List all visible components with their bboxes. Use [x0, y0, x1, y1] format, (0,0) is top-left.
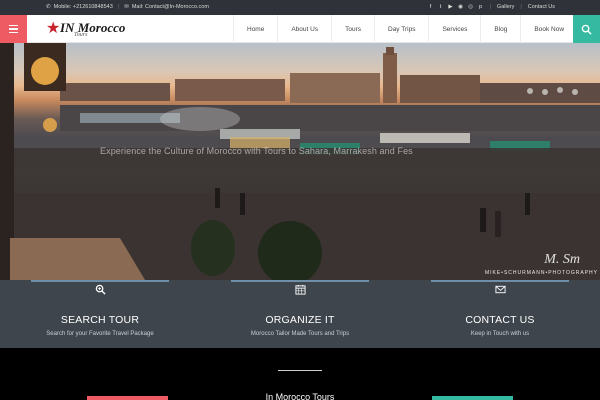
bottom-left-button[interactable] [87, 396, 168, 400]
search-button[interactable] [573, 15, 600, 43]
separator: | [520, 4, 522, 10]
divider-line [278, 370, 322, 371]
bottom-section: In Morocco Tours [0, 348, 600, 400]
feature-desc: Search for your Favorite Travel Package [46, 331, 154, 337]
mobile-text: Mobile: +212610848543 [53, 4, 113, 10]
hamburger-line [9, 24, 18, 27]
nav-blog[interactable]: Blog [480, 15, 520, 43]
envelope-icon [494, 285, 506, 294]
tripadvisor-icon[interactable]: ◎ [467, 4, 473, 10]
feature-search-tour[interactable]: SEARCH TOUR Search for your Favorite Tra… [0, 280, 200, 348]
photo-credit: MIKE•SCHURMANN•PHOTOGRAPHY [484, 270, 598, 276]
hero-photo [0, 43, 600, 280]
instagram-icon[interactable]: ◉ [457, 4, 463, 10]
youtube-icon[interactable]: ▶ [447, 4, 453, 10]
hamburger-line [9, 28, 18, 30]
top-bar-right: f t ▶ ◉ ◎ p | Gallery | Contact Us [427, 4, 555, 10]
nav-tours[interactable]: Tours [331, 15, 374, 43]
logo-sub: Tours [74, 32, 88, 38]
feature-title: SEARCH TOUR [60, 314, 140, 326]
mail-text[interactable]: Mail: Contact@In-Morocco.com [132, 4, 209, 10]
contact-us-link[interactable]: Contact Us [528, 4, 555, 10]
gallery-link[interactable]: Gallery [497, 4, 514, 10]
features-section: SEARCH TOUR Search for your Favorite Tra… [0, 280, 600, 348]
site-logo[interactable]: ★ IN Morocco Tours [46, 19, 126, 40]
top-bar: ✆ Mobile: +212610848543 | ✉ Mail: Contac… [0, 0, 600, 15]
bottom-right-button[interactable] [432, 396, 513, 400]
main-nav: Home About Us Tours Day Trips Services B… [233, 15, 579, 43]
nav-day-trips[interactable]: Day Trips [374, 15, 428, 43]
star-icon: ★ [46, 20, 61, 37]
twitter-icon[interactable]: t [437, 4, 443, 10]
search-icon [581, 24, 592, 35]
feature-desc: Morocco Tailor Made Tours and Trips [250, 331, 350, 337]
feature-title: ORGANIZE IT [265, 314, 335, 326]
feature-title: CONTACT US [465, 314, 535, 326]
feature-bar [431, 280, 569, 282]
nav-home[interactable]: Home [233, 15, 277, 43]
separator: | [489, 4, 491, 10]
site-header: ★ IN Morocco Tours Home About Us Tours D… [0, 15, 600, 43]
bottom-heading: In Morocco Tours [265, 392, 335, 400]
feature-desc: Keep in Touch with us [470, 331, 530, 337]
feature-bar [231, 280, 369, 282]
feature-organize-it[interactable]: ORGANIZE IT Morocco Tailor Made Tours an… [200, 280, 400, 348]
separator: | [117, 4, 120, 10]
logo-brand: IN Morocco [60, 20, 126, 35]
phone-icon: ✆ [46, 4, 51, 10]
mail-icon: ✉ [124, 4, 129, 10]
nav-about-us[interactable]: About Us [277, 15, 331, 43]
feature-bar [31, 280, 169, 282]
nav-book-now[interactable]: Book Now [520, 15, 579, 43]
facebook-icon[interactable]: f [427, 4, 433, 10]
pinterest-icon[interactable]: p [477, 4, 483, 10]
hamburger-menu-button[interactable] [0, 15, 27, 43]
calendar-icon [294, 284, 306, 295]
search-icon [95, 284, 106, 295]
nav-services[interactable]: Services [428, 15, 480, 43]
hamburger-line [9, 31, 18, 34]
hero-tagline: Experience the Culture of Morocco with T… [100, 146, 413, 156]
contact-info: ✆ Mobile: +212610848543 | ✉ Mail: Contac… [46, 4, 209, 10]
hero-banner: Experience the Culture of Morocco with T… [0, 43, 600, 280]
photographer-signature: M. Sm [544, 252, 580, 267]
feature-contact-us[interactable]: CONTACT US Keep in Touch with us [400, 280, 600, 348]
